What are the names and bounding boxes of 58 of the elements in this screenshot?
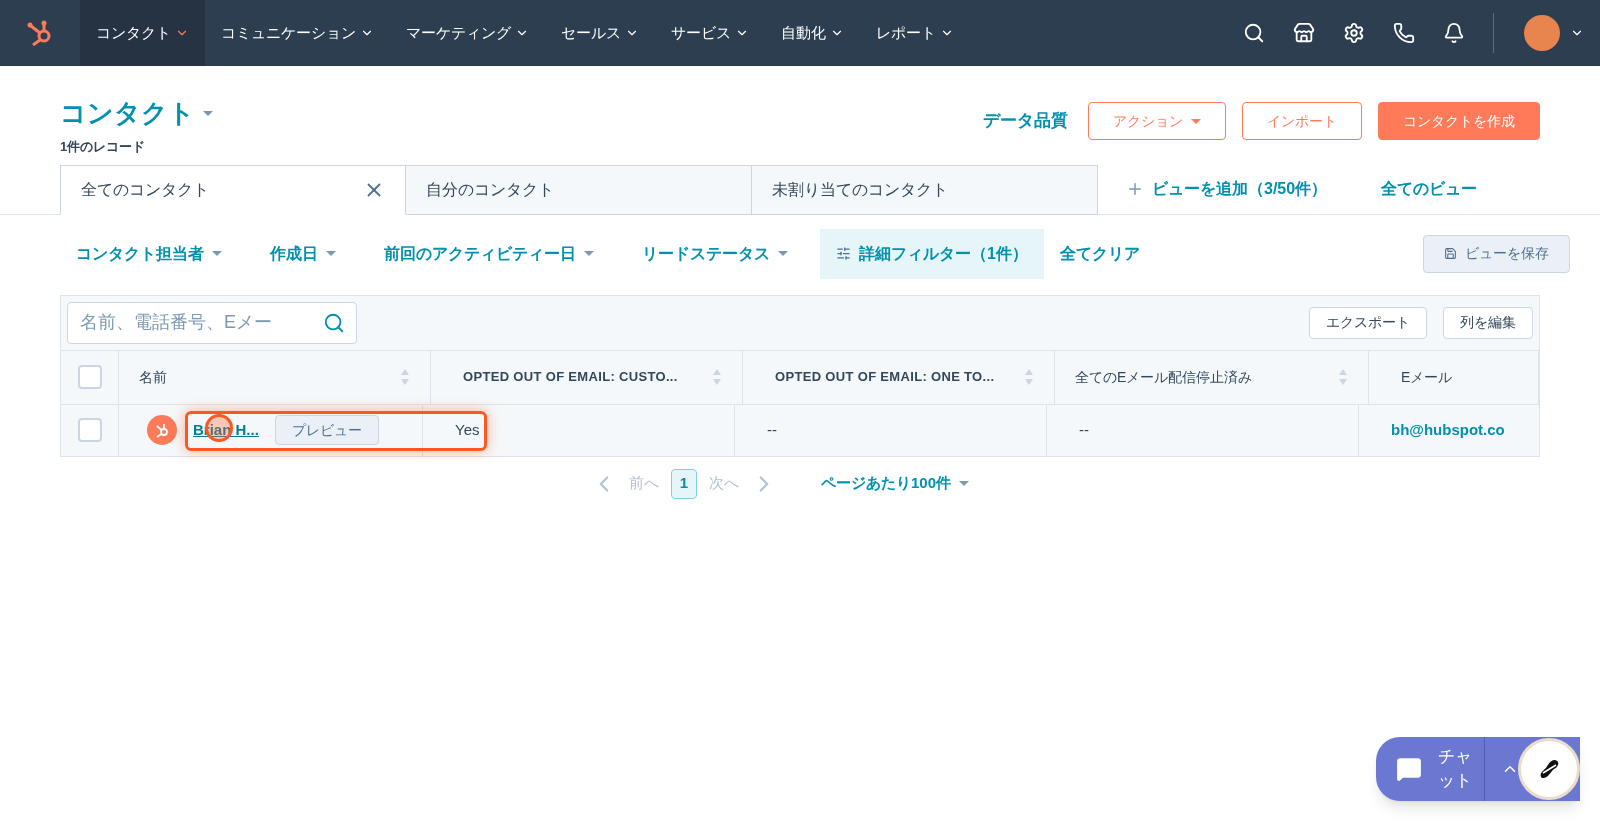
table-cell-text: -- [1079,419,1089,440]
column-header[interactable]: OPTED OUT OF EMAIL: CUSTO... [451,367,712,387]
caret-icon [584,251,594,256]
current-page[interactable]: 1 [671,468,697,499]
column-header[interactable]: 全てのEメール配信停止済み [1075,366,1338,388]
caret-icon [778,251,788,256]
nav-menu-item[interactable]: コンタクト [80,0,205,66]
table-cell-text: -- [767,419,777,440]
settings-icon[interactable] [1343,22,1365,44]
nav-menu-item[interactable]: レポート [860,0,970,66]
nav-menu-item[interactable]: 自動化 [765,0,860,66]
caret-icon [203,111,213,116]
search-icon[interactable] [1243,22,1265,44]
nav-menu-item[interactable]: セールス [545,0,655,66]
caret-icon [1191,118,1201,124]
clear-all-link[interactable]: 全てクリア [1059,241,1140,266]
filter-dropdown[interactable]: 作成日 [254,241,352,266]
sliders-icon [836,246,851,261]
table-action-button[interactable]: 列を編集 [1443,306,1533,339]
header-button[interactable]: コンタクトを作成 [1378,102,1540,140]
column-header[interactable]: OPTED OUT OF EMAIL: ONE TO... [763,367,1024,387]
caret-icon [212,251,222,256]
nav-menu-item[interactable]: サービス [655,0,765,66]
row-checkbox[interactable] [77,418,102,442]
search-field[interactable]: 名前、電話番号、Eメー [67,301,357,344]
marketplace-icon[interactable] [1293,22,1315,44]
notification-icon[interactable] [1443,22,1465,44]
select-all-checkbox[interactable] [77,365,102,389]
preview-button[interactable]: プレビュー [274,415,379,445]
contact-avatar [147,415,177,445]
view-tab[interactable]: 未割り当てのコンタクト [752,164,1098,215]
chat-label: チャット [1438,746,1472,792]
header-button[interactable]: アクション [1088,102,1226,140]
column-header[interactable]: 名前 [139,366,400,388]
nav-menu-item[interactable]: マーケティング [390,0,545,66]
view-tab[interactable]: 全てのコンタクト [60,164,406,215]
email-link[interactable]: bh@hubspot.co [1391,418,1505,442]
page-title[interactable]: コンタクト [60,94,213,133]
advanced-filter-button[interactable]: 詳細フィルター（1件） [820,228,1044,279]
filter-dropdown[interactable]: コンタクト担当者 [60,241,238,266]
filter-dropdown[interactable]: リードステータス [626,241,804,266]
chat-bubble-icon [1396,756,1422,782]
record-count: 1件のレコード [60,138,147,156]
filter-dropdown[interactable]: 前回のアクティビティー日 [368,241,610,266]
view-tab[interactable]: 自分のコンタクト [406,164,752,215]
add-view-link[interactable]: ビューを追加（3/50件） [1126,163,1328,214]
save-view-button[interactable]: ビューを保存 [1423,234,1570,273]
phone-icon[interactable] [1393,22,1415,44]
all-views-link[interactable]: 全てのビュー [1381,163,1478,214]
header-button[interactable]: インポート [1242,102,1362,140]
table-cell-text: Yes [455,419,480,440]
column-header[interactable]: Eメール [1389,366,1518,388]
data-quality-link[interactable]: データ品質 [983,108,1068,134]
per-page-dropdown[interactable]: ページあたり100件 [821,472,969,495]
nav-menu-item[interactable]: コミュニケーション [205,0,390,66]
caret-icon [959,481,969,486]
table-action-button[interactable]: エクスポート [1309,306,1427,339]
caret-icon [326,251,336,256]
